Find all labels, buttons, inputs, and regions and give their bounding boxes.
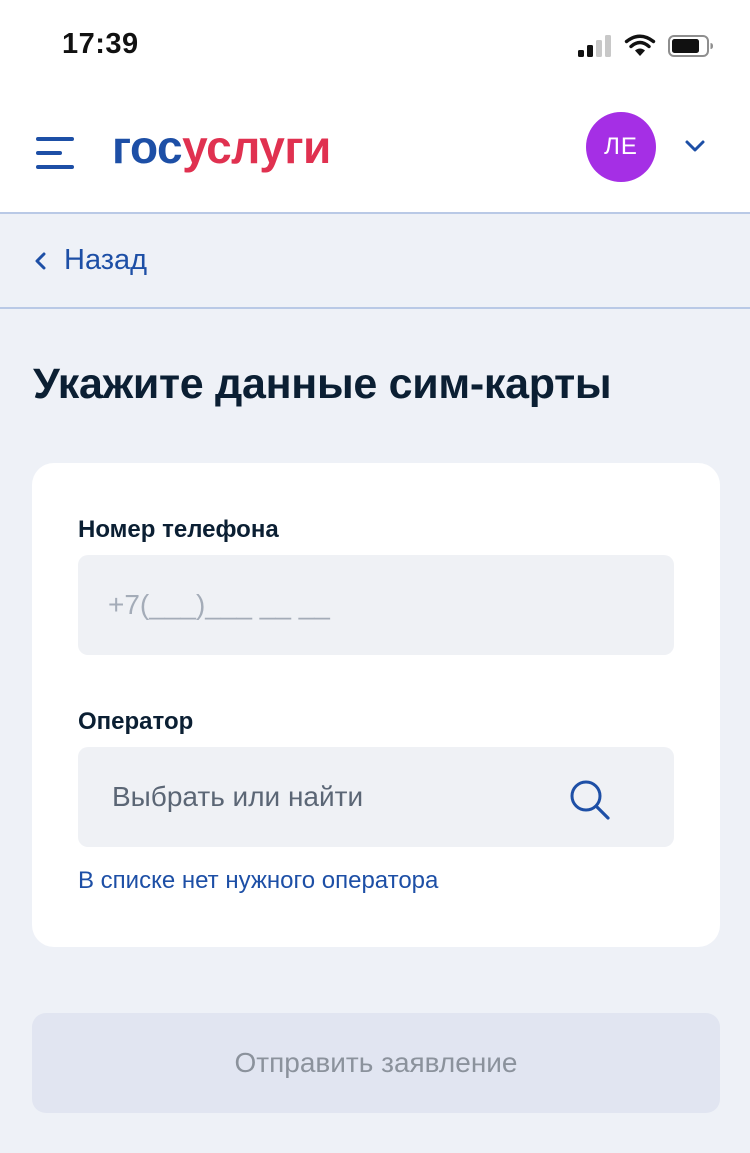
logo-part-uslugi: услуги [182,121,331,173]
phone-input[interactable] [78,555,674,655]
operator-label: Оператор [78,708,194,735]
hamburger-menu-icon[interactable] [36,137,76,169]
gosuslugi-logo[interactable]: госуслуги [112,120,331,174]
phone-label: Номер телефона [78,516,279,543]
chevron-left-icon [35,252,46,269]
wifi-icon [624,34,656,56]
back-label: Назад [64,244,148,276]
back-bar: Назад [0,214,750,309]
page-title: Укажите данные сим-карты [33,360,612,408]
search-icon[interactable] [568,778,612,822]
status-icons [578,34,714,58]
sim-form-card: Номер телефона Оператор В списке нет нуж… [32,463,720,947]
status-bar: 17:39 [0,0,750,94]
battery-icon [668,35,713,57]
cellular-signal-icon [578,35,611,57]
missing-operator-link[interactable]: В списке нет нужного оператора [78,867,438,895]
app-header: госуслуги ЛЕ [0,94,750,214]
submit-application-button[interactable]: Отправить заявление [32,1013,720,1113]
user-avatar[interactable]: ЛЕ [586,112,656,182]
chevron-down-icon[interactable] [684,138,706,154]
logo-part-gos: гос [112,121,183,173]
back-link[interactable]: Назад [34,244,147,277]
status-time: 17:39 [62,28,139,60]
